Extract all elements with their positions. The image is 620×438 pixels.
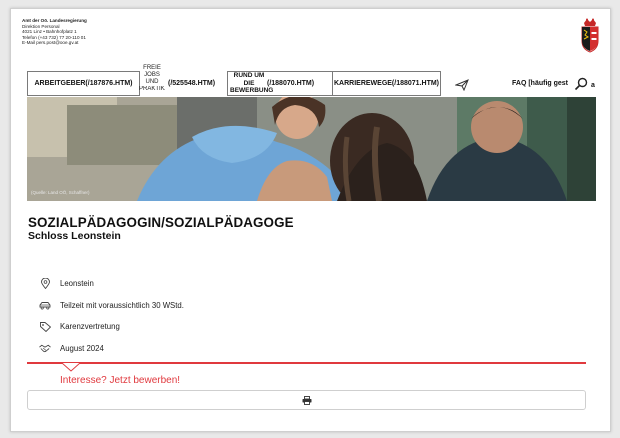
fact-workload-text: Teilzeit mit voraussichtlich 30 WStd. <box>60 300 184 310</box>
nav-bewerbung-link[interactable]: RUND UM DIE BEWERBUNG (/188070.HTM) <box>227 71 333 96</box>
tag-icon <box>39 321 51 333</box>
nav-freie-jobs-link[interactable]: FREIE JOBS UND PRAKTIKA <box>139 65 165 90</box>
nav-bewerbung-line-3: BEWERBUNG <box>230 87 274 95</box>
fact-start: August 2024 <box>39 338 579 360</box>
nav-arbeitgeber-label: ARBEITGEBER(/187876.HTM) <box>34 79 133 87</box>
fact-location: Leonstein <box>39 273 579 295</box>
address-line-1: Amt der Oö. Landesregierung <box>22 18 87 23</box>
car-icon <box>39 299 51 311</box>
address-block: Amt der Oö. Landesregierung Direktion Pe… <box>22 18 87 46</box>
nav-arbeitgeber-link[interactable]: ARBEITGEBER(/187876.HTM) <box>27 71 140 96</box>
printer-icon <box>302 395 311 405</box>
divider-notch <box>62 363 80 372</box>
fact-location-text: Leonstein <box>60 279 94 289</box>
job-title: SOZIALPÄDAGOGIN/SOZIALPÄDAGOGE <box>28 215 294 230</box>
fact-type: Karenzvertretung <box>39 316 579 338</box>
nav-freie-jobs-url-label: (/525548.HTM) <box>168 80 216 87</box>
nav-freie-jobs-url[interactable]: (/525548.HTM) <box>168 71 215 96</box>
hero-caption: (Quelle: Land OÖ, Schaffner) <box>31 190 90 195</box>
fact-start-text: August 2024 <box>60 343 104 353</box>
address-line-5: E-Mail pers.post@ooe.gv.at <box>22 40 79 46</box>
location-pin-icon <box>39 278 51 290</box>
print-button[interactable] <box>27 390 586 410</box>
fact-workload: Teilzeit mit voraussichtlich 30 WStd. <box>39 295 579 317</box>
coat-of-arms-logo[interactable] <box>578 17 602 53</box>
browser-frame: Amt der Oö. Landesregierung Direktion Pe… <box>10 8 611 432</box>
nav-faq-label: FAQ [häufig gest <box>512 80 568 87</box>
nav-overflow-fragment: a <box>591 82 595 89</box>
fact-type-text: Karenzvertretung <box>60 322 120 332</box>
nav-bewerbung-url: (/188070.HTM) <box>267 79 315 87</box>
hero-image: (Quelle: Land OÖ, Schaffner) <box>27 97 596 201</box>
apply-divider <box>27 362 586 364</box>
nav-bewerbung-line-1: RUND UM <box>233 72 265 80</box>
job-location-subtitle: Schloss Leonstein <box>28 230 121 242</box>
job-facts-list: Leonstein Teilzeit mit voraussichtlich 3… <box>39 273 579 359</box>
nav-karrierewege-label: KARRIEREWEGE(/188071.HTM) <box>333 79 440 87</box>
nav-freie-jobs-line-2: JOBS <box>144 72 160 78</box>
nav-karrierewege-link[interactable]: KARRIEREWEGE(/188071.HTM) <box>332 71 441 96</box>
nav-freie-jobs-line-4: PRAKTIKA <box>139 86 165 90</box>
hero-photo <box>27 97 596 201</box>
nav-faq-link[interactable]: FAQ [häufig gest <box>512 71 568 96</box>
nav-bewerbung-line-2: DIE <box>243 79 255 87</box>
paper-plane-icon[interactable] <box>455 79 469 91</box>
main-navigation: ARBEITGEBER(/187876.HTM) FREIE JOBS UND … <box>11 65 610 97</box>
handshake-icon <box>39 342 51 354</box>
nav-bewerbung-stack: RUND UM DIE BEWERBUNG <box>230 72 274 95</box>
nav-freie-jobs-line-3: UND <box>145 79 159 85</box>
search-icon[interactable] <box>574 77 588 91</box>
nav-freie-jobs-line-1: FREIE <box>143 65 161 71</box>
apply-link[interactable]: Interesse? Jetzt bewerben! <box>60 375 180 386</box>
